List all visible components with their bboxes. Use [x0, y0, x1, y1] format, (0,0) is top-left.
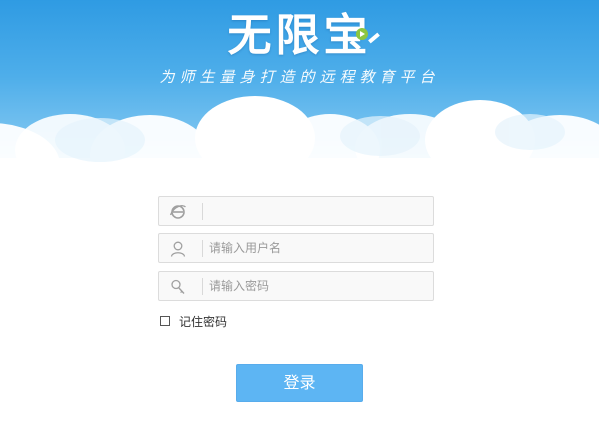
slogan: 为师生量身打造的远程教育平台	[159, 68, 440, 86]
password-input[interactable]	[209, 275, 427, 297]
login-button[interactable]: 登录	[236, 364, 363, 402]
app-title: 无限宝	[227, 10, 372, 61]
remember-password-checkbox[interactable]	[160, 316, 170, 326]
ie-browser-icon	[169, 205, 186, 219]
play-pencil-icon	[356, 28, 380, 44]
user-icon	[170, 241, 186, 257]
username-field[interactable]	[158, 233, 434, 263]
server-input[interactable]	[209, 200, 427, 222]
field-divider	[202, 203, 203, 220]
username-input[interactable]	[209, 237, 427, 259]
key-icon	[171, 279, 185, 294]
remember-password[interactable]: 记住密码	[160, 313, 227, 329]
server-field[interactable]	[158, 196, 434, 226]
field-divider	[202, 278, 203, 295]
login-window: 无限宝 为师生量身打造的远程教育平台 请输入用户名 记住密码 登录	[0, 0, 599, 422]
remember-password-label: 记住密码	[179, 314, 228, 329]
password-field[interactable]	[158, 271, 434, 301]
sky-banner: 无限宝 为师生量身打造的远程教育平台	[0, 0, 599, 180]
field-divider	[202, 240, 203, 257]
logo: 无限宝	[0, 6, 599, 66]
